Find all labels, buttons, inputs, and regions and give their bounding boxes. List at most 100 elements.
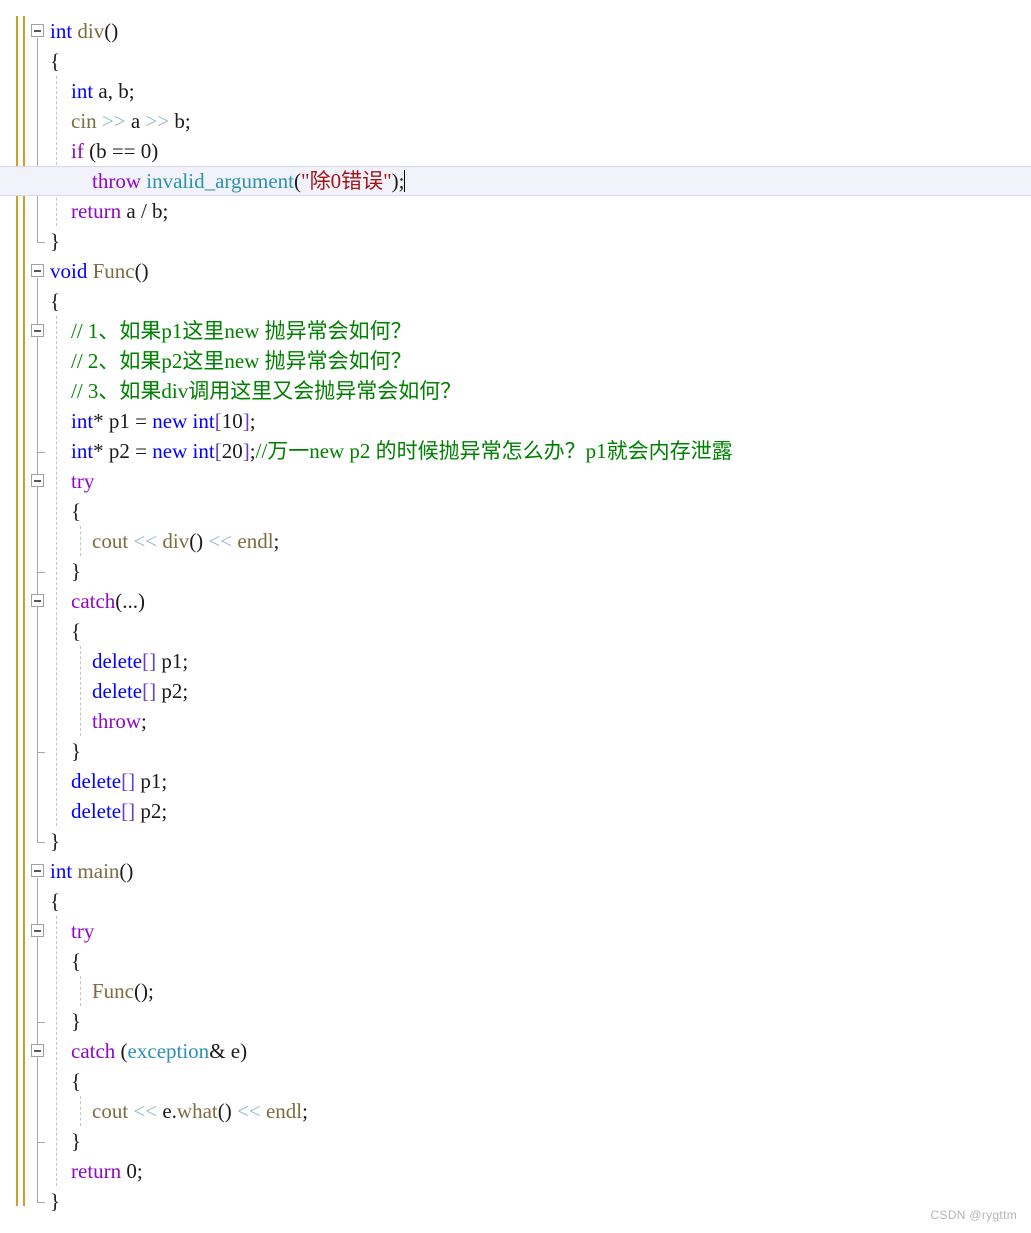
- token-ctl: return: [71, 1159, 122, 1183]
- code-line[interactable]: cout << e.what() << endl;: [0, 1096, 1031, 1126]
- code-surface[interactable]: int div(){ int a, b; cin >> a >> b; if (…: [0, 16, 1031, 1216]
- token-fn: cout: [92, 1099, 129, 1123]
- token-brk: []: [142, 679, 157, 703]
- token-brk: []: [121, 769, 136, 793]
- fold-toggle-collapse-icon[interactable]: [31, 474, 44, 487]
- code-line[interactable]: {: [0, 616, 1031, 646]
- code-line[interactable]: if (b == 0): [0, 136, 1031, 166]
- code-line[interactable]: }: [0, 736, 1031, 766]
- code-line[interactable]: int a, b;: [0, 76, 1031, 106]
- code-line[interactable]: // 3、如果div调用这里又会抛异常会如何？: [0, 376, 1031, 406]
- token-cmt: // 1、如果p1这里new 抛异常会如何？: [71, 319, 412, 343]
- code-line-text: int* p2 = new int[20];//万一new p2 的时候抛异常怎…: [50, 436, 733, 466]
- fold-toggle-collapse-icon[interactable]: [31, 864, 44, 877]
- code-line[interactable]: {: [0, 46, 1031, 76]
- token-cmt: //万一new p2 的时候抛异常怎么办？p1就会内存泄露: [255, 439, 733, 463]
- code-line-text: }: [50, 1126, 81, 1156]
- code-line[interactable]: try: [0, 466, 1031, 496]
- code-line-text: }: [50, 1006, 81, 1036]
- token-ctl: return: [71, 199, 122, 223]
- code-line[interactable]: int* p2 = new int[20];//万一new p2 的时候抛异常怎…: [0, 436, 1031, 466]
- token-pl: p2;: [156, 679, 189, 703]
- fold-toggle-collapse-icon[interactable]: [31, 594, 44, 607]
- code-line[interactable]: Func();: [0, 976, 1031, 1006]
- code-line[interactable]: {: [0, 1066, 1031, 1096]
- code-line[interactable]: {: [0, 946, 1031, 976]
- code-line[interactable]: delete[] p1;: [0, 766, 1031, 796]
- fold-toggle-collapse-icon[interactable]: [31, 324, 44, 337]
- code-line-text: delete[] p2;: [50, 796, 167, 826]
- token-pl: (): [119, 859, 134, 883]
- code-line[interactable]: catch(...): [0, 586, 1031, 616]
- code-line-text: {: [50, 1066, 81, 1096]
- code-line-text: int a, b;: [50, 76, 135, 106]
- code-line[interactable]: int div(): [0, 16, 1031, 46]
- code-line[interactable]: catch (exception& e): [0, 1036, 1031, 1066]
- token-fn: cout: [92, 529, 129, 553]
- code-line[interactable]: int main(): [0, 856, 1031, 886]
- fold-toggle-collapse-icon[interactable]: [31, 24, 44, 37]
- code-line[interactable]: {: [0, 496, 1031, 526]
- token-brk: []: [142, 649, 157, 673]
- token-kw: int: [50, 19, 73, 43]
- code-line[interactable]: // 2、如果p2这里new 抛异常会如何？: [0, 346, 1031, 376]
- code-line[interactable]: delete[] p2;: [0, 676, 1031, 706]
- code-line[interactable]: int* p1 = new int[10];: [0, 406, 1031, 436]
- code-line[interactable]: }: [0, 826, 1031, 856]
- code-line[interactable]: // 1、如果p1这里new 抛异常会如何？: [0, 316, 1031, 346]
- code-line[interactable]: }: [0, 1006, 1031, 1036]
- code-line-text: delete[] p2;: [50, 676, 188, 706]
- code-line-current[interactable]: throw invalid_argument("除0错误");: [0, 166, 1031, 196]
- token-fn: endl: [265, 1099, 303, 1123]
- code-line-text: Func();: [50, 976, 154, 1006]
- fold-toggle-collapse-icon[interactable]: [31, 924, 44, 937]
- code-line-text: return a / b;: [50, 196, 168, 226]
- code-line[interactable]: void Func(): [0, 256, 1031, 286]
- code-line[interactable]: }: [0, 556, 1031, 586]
- code-line-text: cout << div() << endl;: [50, 526, 279, 556]
- code-line-text: delete[] p1;: [50, 766, 167, 796]
- fold-toggle-collapse-icon[interactable]: [31, 264, 44, 277]
- code-line[interactable]: }: [0, 1126, 1031, 1156]
- token-pl: (: [115, 1039, 128, 1063]
- code-line-text: int div(): [50, 16, 118, 46]
- token-pl: }: [50, 1009, 82, 1033]
- code-line-text: return 0;: [50, 1156, 143, 1186]
- code-line[interactable]: try: [0, 916, 1031, 946]
- code-line[interactable]: {: [0, 886, 1031, 916]
- token-kw: delete: [92, 679, 143, 703]
- token-pl: (): [134, 259, 149, 283]
- token-pl: }: [50, 229, 61, 253]
- code-editor[interactable]: int div(){ int a, b; cin >> a >> b; if (…: [0, 0, 1031, 1233]
- code-line-text: }: [50, 1186, 60, 1216]
- code-line[interactable]: delete[] p1;: [0, 646, 1031, 676]
- token-fn: endl: [237, 529, 274, 553]
- code-line[interactable]: throw;: [0, 706, 1031, 736]
- code-line[interactable]: return a / b;: [0, 196, 1031, 226]
- code-line[interactable]: }: [0, 226, 1031, 256]
- token-fn: div: [77, 19, 105, 43]
- code-line[interactable]: cout << div() << endl;: [0, 526, 1031, 556]
- code-line-text: cin >> a >> b;: [50, 106, 191, 136]
- token-kw: int: [71, 439, 94, 463]
- code-line[interactable]: {: [0, 286, 1031, 316]
- code-line[interactable]: }: [0, 1186, 1031, 1216]
- token-cmt: // 2、如果p2这里new 抛异常会如何？: [71, 349, 412, 373]
- code-line[interactable]: delete[] p2;: [0, 796, 1031, 826]
- token-ctl: try: [71, 919, 95, 943]
- token-op: <<: [133, 1099, 158, 1123]
- fold-toggle-collapse-icon[interactable]: [31, 1044, 44, 1057]
- token-ctl: if: [71, 139, 84, 163]
- code-line[interactable]: return 0;: [0, 1156, 1031, 1186]
- token-kw: int: [71, 409, 94, 433]
- code-line-text: try: [50, 466, 94, 496]
- token-pl: ;: [249, 409, 256, 433]
- code-line[interactable]: cin >> a >> b;: [0, 106, 1031, 136]
